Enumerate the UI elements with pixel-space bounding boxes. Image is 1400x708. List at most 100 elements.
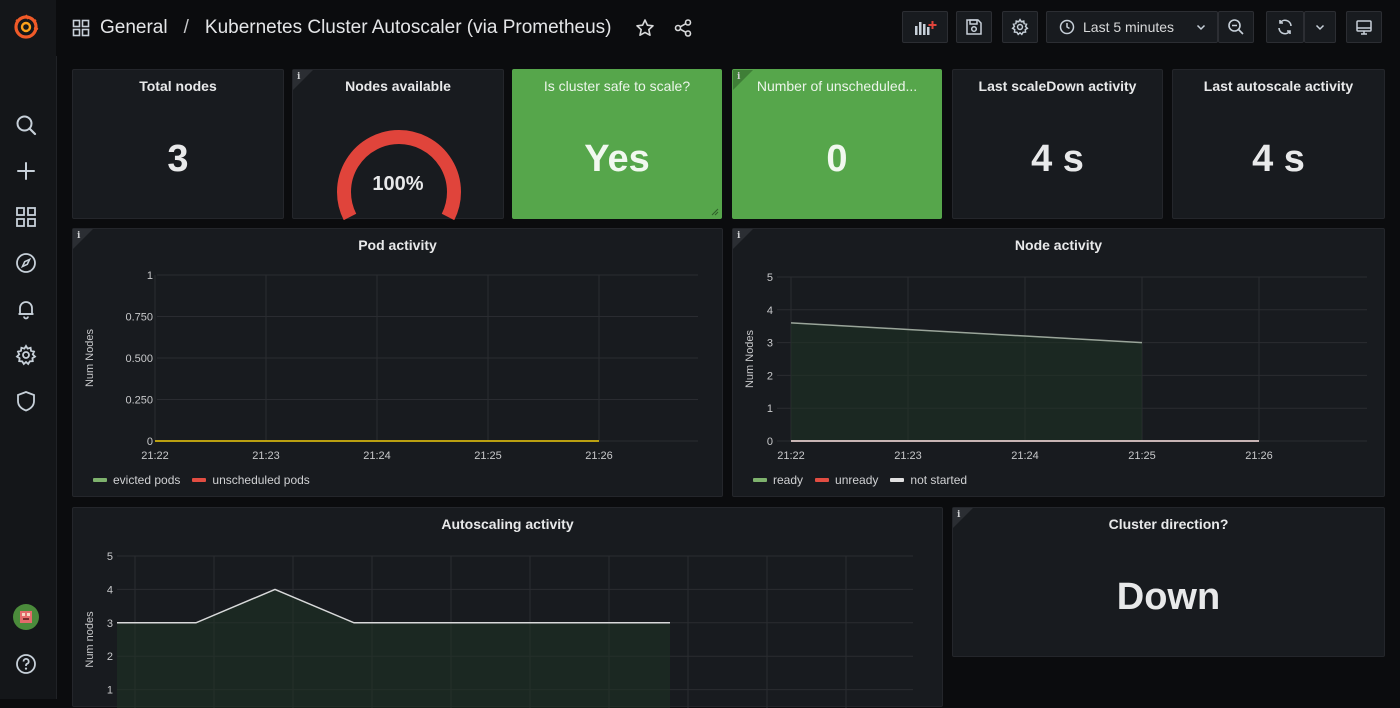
legend-swatch [753, 478, 767, 482]
tv-mode-button[interactable] [1346, 11, 1382, 43]
panel-title[interactable]: Total nodes [73, 78, 283, 94]
panel-safe-to-scale[interactable]: Is cluster safe to scale? Yes [512, 69, 722, 219]
legend-item[interactable]: unscheduled pods [192, 473, 310, 487]
autoscaling-activity-graph[interactable]: 1 2 3 4 5 Num nodes [73, 538, 933, 708]
series-line [117, 588, 670, 624]
x-tick-label: 21:24 [363, 450, 391, 462]
dashboard-grid-icon [72, 19, 90, 37]
refresh-icon [1276, 18, 1294, 36]
panel-unscheduled-pods[interactable]: i Number of unscheduled... 0 [732, 69, 942, 219]
last-scaledown-value: 4 s [1031, 138, 1084, 180]
legend-item[interactable]: unready [815, 473, 878, 487]
legend-label: evicted pods [113, 473, 181, 487]
panel-pod-activity[interactable]: i Pod activity 0 0.250 0.500 0.750 1 21:22 21:… [72, 228, 723, 497]
y-tick-label: 0.500 [125, 353, 153, 365]
legend-swatch [815, 478, 830, 482]
y-tick-label: 1 [767, 403, 773, 415]
y-axis-label: Num Nodes [744, 329, 756, 388]
breadcrumb-separator: / [183, 17, 189, 38]
pod-activity-legend: evicted pods unscheduled pods [93, 473, 310, 487]
pod-activity-graph[interactable]: 0 0.250 0.500 0.750 1 21:22 21:23 21:24 21:25 21:… [73, 259, 713, 479]
zoom-out-icon [1227, 18, 1245, 36]
shield-icon[interactable] [13, 388, 39, 414]
explore-compass-icon[interactable] [13, 250, 39, 276]
unscheduled-value: 0 [826, 138, 848, 180]
y-tick-label: 2 [767, 370, 773, 382]
x-tick-label: 21:26 [1245, 450, 1273, 462]
panel-node-activity[interactable]: i Node activity 0 1 2 3 4 5 21:22 21:23 21:24 21:… [732, 228, 1385, 497]
panel-title[interactable]: Is cluster safe to scale? [513, 78, 721, 94]
legend-swatch [192, 478, 207, 482]
y-tick-label: 3 [107, 618, 113, 630]
panel-autoscaling-activity[interactable]: Autoscaling activity 1 2 3 4 5 Num nodes [72, 507, 943, 708]
legend-label: unscheduled pods [212, 473, 310, 487]
panel-last-autoscale[interactable]: Last autoscale activity 4 s [1172, 69, 1385, 219]
y-tick-label: 0.750 [125, 312, 153, 324]
resize-handle-icon[interactable] [711, 208, 719, 216]
search-icon[interactable] [13, 112, 39, 138]
panel-title[interactable]: Node activity [733, 237, 1384, 253]
cluster-direction-value: Down [1116, 576, 1221, 618]
panel-total-nodes[interactable]: Total nodes 3 [72, 69, 284, 219]
chevron-down-icon [1314, 21, 1326, 33]
y-tick-label: 2 [107, 651, 113, 663]
side-menu [0, 0, 57, 699]
share-icon[interactable] [673, 18, 693, 38]
alerting-bell-icon[interactable] [13, 296, 39, 322]
plus-icon[interactable] [13, 158, 39, 184]
x-tick-label: 21:26 [585, 450, 613, 462]
panel-title[interactable]: Autoscaling activity [73, 516, 942, 532]
y-tick-label: 1 [147, 270, 153, 282]
y-tick-label: 4 [107, 584, 113, 596]
help-icon[interactable] [13, 651, 39, 677]
x-tick-label: 21:24 [1011, 450, 1039, 462]
panel-title[interactable]: Last scaleDown activity [953, 78, 1162, 94]
panel-title[interactable]: Pod activity [73, 237, 722, 253]
add-panel-button[interactable] [902, 11, 948, 43]
tv-mode-icon [1355, 18, 1373, 36]
panel-title[interactable]: Number of unscheduled... [733, 78, 941, 94]
legend-item[interactable]: ready [753, 473, 803, 487]
time-range-label: Last 5 minutes [1083, 19, 1175, 35]
panel-title[interactable]: Cluster direction? [953, 516, 1384, 532]
node-activity-graph[interactable]: 0 1 2 3 4 5 21:22 21:23 21:24 21:25 21:26 Num Nodes [733, 259, 1378, 479]
legend-item[interactable]: evicted pods [93, 473, 180, 487]
panel-cluster-direction[interactable]: i Cluster direction? Down [952, 507, 1385, 657]
time-picker-button[interactable]: Last 5 minutes [1046, 11, 1218, 43]
series-area [791, 322, 1142, 441]
grafana-logo-icon[interactable] [13, 14, 39, 40]
user-avatar[interactable] [13, 604, 39, 630]
y-tick-label: 5 [767, 272, 773, 284]
nodes-available-gauge [337, 130, 461, 220]
y-tick-label: 0.250 [125, 395, 153, 407]
refresh-interval-dropdown[interactable] [1304, 11, 1336, 43]
panel-nodes-available[interactable]: i Nodes available 100% [292, 69, 504, 220]
save-icon [965, 18, 983, 36]
zoom-out-button[interactable] [1218, 11, 1254, 43]
x-tick-label: 21:22 [141, 450, 169, 462]
legend-swatch [890, 478, 905, 482]
breadcrumb-folder[interactable]: General [100, 17, 168, 39]
refresh-button[interactable] [1266, 11, 1304, 43]
dashboard-settings-button[interactable] [1002, 11, 1038, 43]
star-icon[interactable] [635, 18, 655, 38]
save-dashboard-button[interactable] [956, 11, 992, 43]
dashboard-title[interactable]: Kubernetes Cluster Autoscaler (via Prome… [205, 17, 612, 39]
panel-last-scaledown[interactable]: Last scaleDown activity 4 s [952, 69, 1163, 219]
x-tick-label: 21:23 [252, 450, 280, 462]
y-tick-label: 0 [147, 436, 153, 448]
legend-label: not started [910, 473, 968, 487]
breadcrumb: General / Kubernetes Cluster Autoscaler … [72, 14, 693, 42]
dashboards-icon[interactable] [13, 204, 39, 230]
add-panel-icon [913, 18, 937, 36]
y-axis-label: Num Nodes [84, 328, 96, 387]
total-nodes-value: 3 [167, 138, 189, 180]
y-tick-label: 4 [767, 305, 773, 317]
legend-label: ready [773, 473, 804, 487]
panel-title[interactable]: Nodes available [293, 78, 503, 94]
configuration-gear-icon[interactable] [13, 342, 39, 368]
legend-item[interactable]: not started [890, 473, 967, 487]
panel-title[interactable]: Last autoscale activity [1173, 78, 1384, 94]
y-axis-label: Num nodes [84, 611, 96, 668]
y-tick-label: 0 [767, 436, 773, 448]
